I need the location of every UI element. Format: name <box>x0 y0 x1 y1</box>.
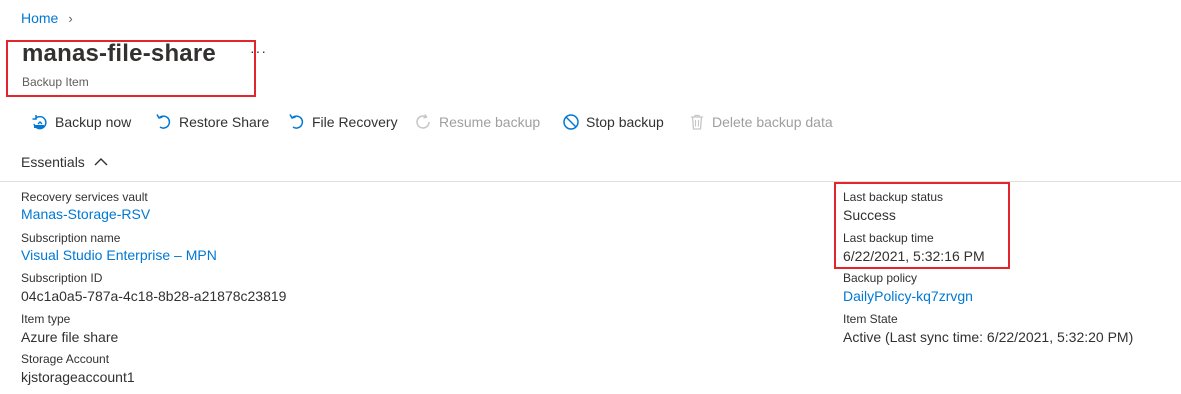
stop-icon <box>563 114 579 130</box>
restore-share-button[interactable]: Restore Share <box>155 110 269 134</box>
delete-backup-data-button[interactable]: Delete backup data <box>688 110 833 134</box>
file-recovery-icon <box>289 114 304 129</box>
item-type-value: Azure file share <box>21 329 119 345</box>
resume-backup-button[interactable]: Resume backup <box>415 110 540 134</box>
storage-account-label: Storage Account <box>21 352 110 366</box>
resume-backup-label: Resume backup <box>439 114 541 130</box>
file-recovery-button[interactable]: File Recovery <box>288 110 398 134</box>
essentials-toggle[interactable]: Essentials <box>21 154 108 170</box>
breadcrumb-home-link[interactable]: Home <box>21 10 58 26</box>
subscription-name-label: Subscription name <box>21 231 121 245</box>
backup-now-button[interactable]: Backup now <box>31 110 131 134</box>
trash-icon <box>691 114 703 130</box>
subscription-id-value: 04c1a0a5-787a-4c18-8b28-a21878c23819 <box>21 288 287 304</box>
backup-policy-link[interactable]: DailyPolicy-kq7zrvgn <box>843 288 973 304</box>
chevron-up-icon <box>94 158 108 166</box>
vault-label: Recovery services vault <box>21 190 148 204</box>
breadcrumb: Home › <box>21 10 73 26</box>
backup-now-icon <box>32 115 47 130</box>
command-bar: Backup now Restore Share File Recovery R… <box>0 110 1181 134</box>
subscription-name-link[interactable]: Visual Studio Enterprise – MPN <box>21 247 217 263</box>
restore-share-label: Restore Share <box>179 114 270 130</box>
backup-status-highlight-box <box>834 182 1010 269</box>
restore-icon <box>156 114 171 129</box>
stop-backup-button[interactable]: Stop backup <box>562 110 664 134</box>
item-state-value: Active (Last sync time: 6/22/2021, 5:32:… <box>843 329 1134 345</box>
stop-backup-label: Stop backup <box>586 114 664 130</box>
backup-policy-label: Backup policy <box>843 271 918 285</box>
chevron-right-icon: › <box>68 10 73 26</box>
file-recovery-label: File Recovery <box>312 114 398 130</box>
vault-link[interactable]: Manas-Storage-RSV <box>21 206 150 222</box>
essentials-label: Essentials <box>21 154 85 170</box>
title-highlight-box <box>6 40 256 97</box>
resume-icon <box>416 114 430 129</box>
storage-account-value: kjstorageaccount1 <box>21 369 135 385</box>
subscription-id-label: Subscription ID <box>21 271 103 285</box>
backup-now-label: Backup now <box>55 114 132 130</box>
delete-backup-data-label: Delete backup data <box>712 114 833 130</box>
item-state-label: Item State <box>843 312 898 326</box>
item-type-label: Item type <box>21 312 71 326</box>
